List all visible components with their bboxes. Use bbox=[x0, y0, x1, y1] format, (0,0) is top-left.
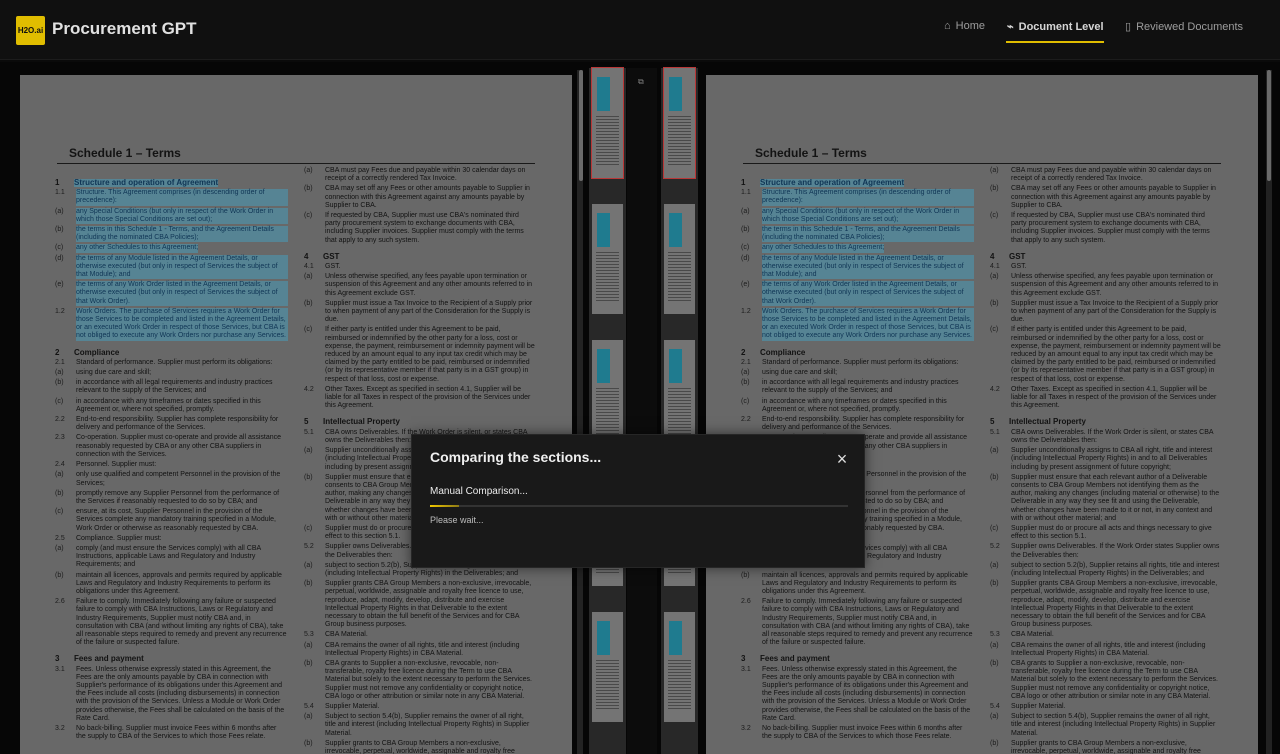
comparison-modal: Comparing the sections... × Manual Compa… bbox=[411, 434, 865, 568]
progress-fill bbox=[430, 505, 460, 507]
modal-title: Comparing the sections... bbox=[430, 449, 602, 465]
modal-overlay bbox=[0, 0, 1280, 754]
close-modal-button[interactable]: × bbox=[832, 450, 852, 470]
progress-bar bbox=[430, 505, 848, 507]
wait-message: Please wait... bbox=[430, 515, 484, 525]
close-icon: × bbox=[836, 449, 848, 469]
progress-label: Manual Comparison... bbox=[430, 486, 528, 497]
